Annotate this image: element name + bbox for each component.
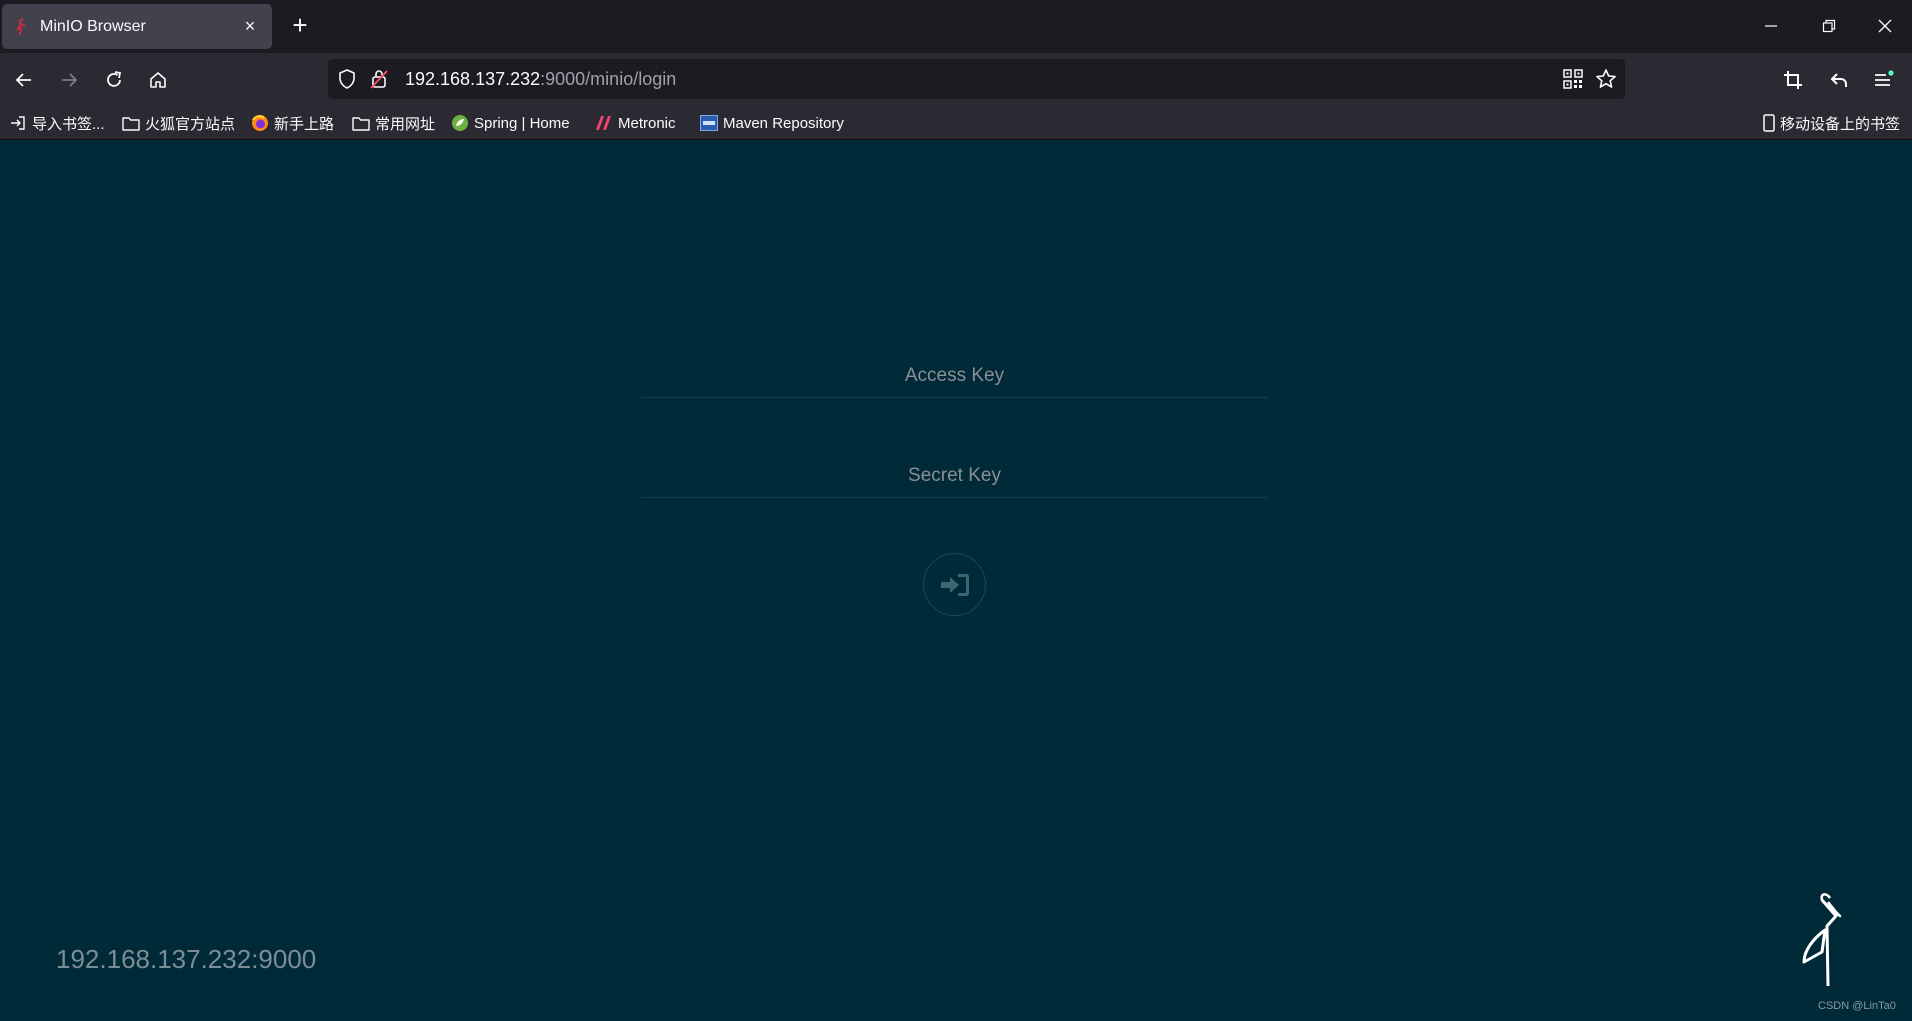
tab-title: MinIO Browser [40,17,146,35]
undo-arrow-icon [1830,73,1847,87]
bookmark-label: 火狐官方站点 [145,115,236,133]
bookmark-label: Spring | Home [474,114,570,132]
screenshot-button[interactable] [1778,65,1808,95]
app-menu-button[interactable] [1869,65,1899,95]
spring-icon [451,114,469,132]
minimize-icon [1765,25,1777,27]
tab-minio-browser[interactable]: MinIO Browser × [2,4,272,49]
tab-close-icon[interactable]: × [240,16,260,37]
undo-button[interactable] [1824,65,1854,95]
close-window-button[interactable] [1870,12,1900,40]
folder-icon [122,114,140,132]
import-icon [9,114,27,132]
minimize-button[interactable] [1756,12,1786,40]
mobile-icon [1760,114,1778,132]
login-submit-button[interactable] [923,553,986,616]
secret-key-input[interactable] [641,454,1268,498]
browser-window: MinIO Browser × + 192.168.137.232:9000/m… [0,0,1912,1021]
bookmark-import[interactable]: 导入书签... [9,111,105,135]
shield-icon[interactable] [338,69,356,94]
qr-code-icon[interactable] [1563,69,1583,94]
new-tab-button[interactable]: + [287,12,313,39]
reload-icon [107,71,122,87]
minio-login-page: 192.168.137.232:9000 CSDN @LinTa0 [0,140,1912,1021]
url-host: 192.168.137.232 [405,69,541,89]
hamburger-menu-icon [1875,70,1894,86]
navigation-toolbar: 192.168.137.232:9000/minio/login [0,53,1912,106]
folder-icon [352,114,370,132]
arrow-left-icon [15,73,31,87]
bookmark-label: 移动设备上的书签 [1780,115,1901,133]
crop-icon [1784,71,1802,89]
bookmark-getting-started[interactable]: 新手上路 [251,111,334,135]
bookmark-metronic[interactable]: Metronic [595,111,676,135]
bookmark-label: 常用网址 [375,115,436,133]
minio-logo-icon [1802,893,1842,987]
restore-button[interactable] [1814,12,1844,40]
url-text[interactable]: 192.168.137.232:9000/minio/login [405,68,676,90]
access-key-input[interactable] [641,354,1268,398]
reload-button[interactable] [99,65,129,95]
bookmark-spring-home[interactable]: Spring | Home [451,111,570,135]
insecure-lock-icon[interactable] [370,69,388,94]
close-icon [1878,19,1892,33]
bookmark-label: 导入书签... [32,115,105,133]
forward-button[interactable] [54,65,84,95]
bookmark-mobile-bookmarks[interactable]: 移动设备上的书签 [1760,111,1900,135]
bookmarks-toolbar: 导入书签... 火狐官方站点 新手上路 常用网址 Spring | Home M… [0,106,1912,140]
maven-icon [700,114,718,132]
home-button[interactable] [143,65,173,95]
firefox-icon [251,114,269,132]
bookmark-label: 新手上路 [274,115,335,133]
metronic-icon [595,114,613,132]
restore-icon [1822,19,1836,33]
minio-favicon-icon [14,17,30,37]
arrow-right-icon [62,73,78,87]
bookmark-maven-repository[interactable]: Maven Repository [700,111,844,135]
bookmark-label: Metronic [618,114,676,132]
url-path: :9000/minio/login [540,69,677,89]
watermark: CSDN @LinTa0 [1818,1000,1896,1012]
bookmark-star-icon[interactable] [1595,68,1617,95]
bookmark-label: Maven Repository [723,114,844,132]
home-icon [150,72,166,88]
bookmark-common-sites[interactable]: 常用网址 [352,111,435,135]
bookmark-firefox-official[interactable]: 火狐官方站点 [122,111,235,135]
address-bar[interactable]: 192.168.137.232:9000/minio/login [328,59,1625,99]
sign-in-icon [940,573,969,596]
back-button[interactable] [9,65,39,95]
server-host-label: 192.168.137.232:9000 [56,944,317,974]
tab-bar: MinIO Browser × + [0,0,1912,53]
